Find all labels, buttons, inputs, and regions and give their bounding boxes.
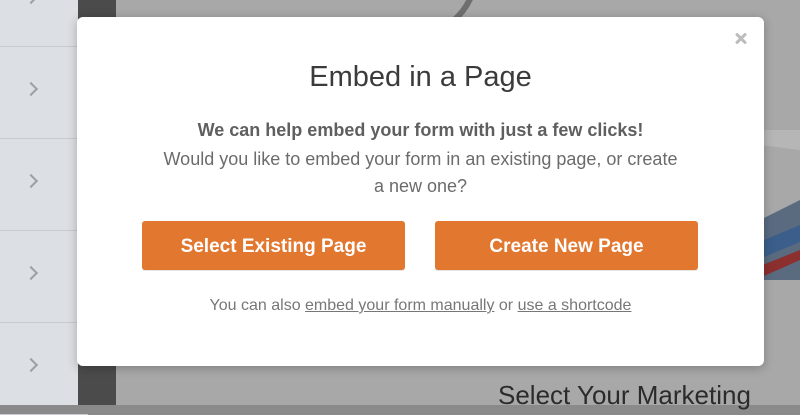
close-icon[interactable] — [730, 27, 752, 49]
chevron-right-icon — [23, 357, 39, 373]
embed-manually-link[interactable]: embed your form manually — [305, 297, 494, 314]
embed-modal: Embed in a Page We can help embed your f… — [77, 17, 764, 366]
sidebar-row — [0, 46, 88, 139]
footer-prefix: You can also — [209, 297, 306, 314]
modal-footer-text: You can also embed your form manually or… — [77, 297, 764, 315]
modal-question-text: Would you like to embed your form in an … — [163, 149, 678, 196]
sidebar-row — [0, 230, 88, 323]
chevron-right-icon — [23, 81, 39, 97]
chevron-right-icon — [23, 0, 39, 5]
create-new-page-button[interactable]: Create New Page — [435, 221, 698, 270]
background-sidebar — [0, 0, 88, 415]
modal-title: Embed in a Page — [309, 61, 532, 93]
chevron-right-icon — [23, 173, 39, 189]
modal-lead-text: We can help embed your form with just a … — [197, 120, 644, 140]
sidebar-row — [0, 0, 88, 47]
chevron-right-icon — [23, 265, 39, 281]
sidebar-row — [0, 322, 88, 415]
select-existing-page-button[interactable]: Select Existing Page — [142, 221, 405, 270]
use-shortcode-link[interactable]: use a shortcode — [518, 297, 632, 314]
footer-middle: or — [494, 297, 518, 314]
background-heading: Select Your Marketing — [498, 380, 751, 410]
sidebar-row — [0, 138, 88, 231]
